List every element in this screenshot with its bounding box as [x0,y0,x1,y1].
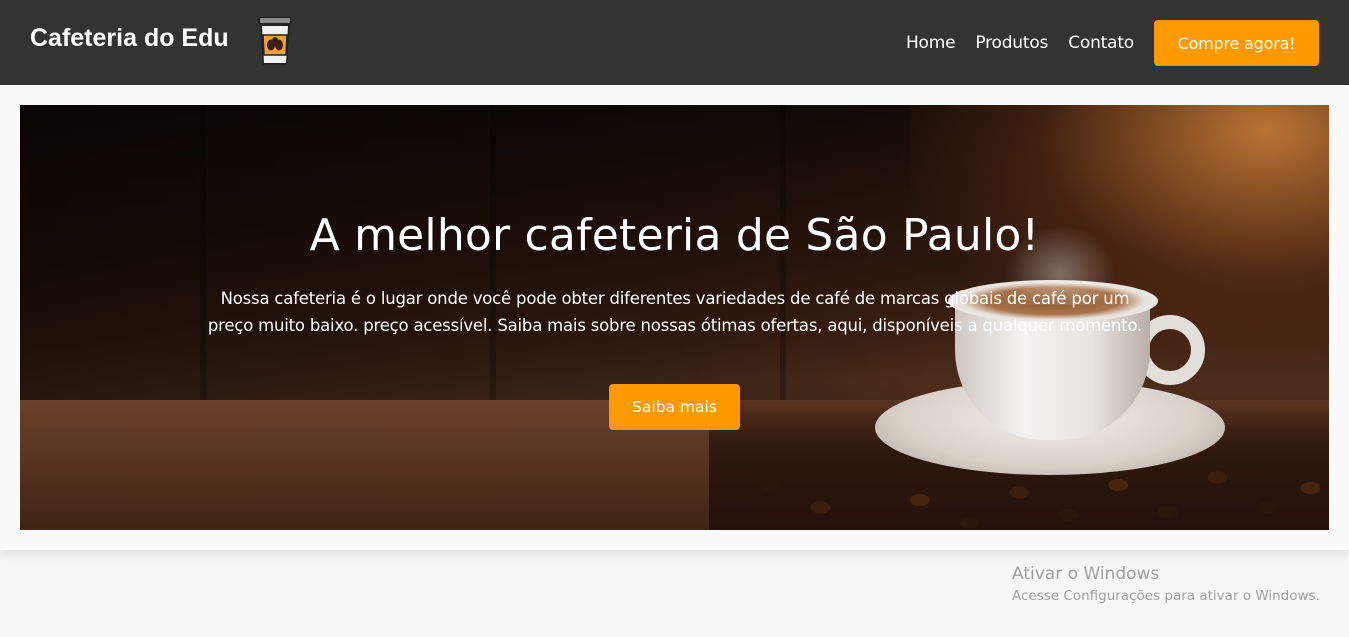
learn-more-button[interactable]: Saiba mais [609,384,740,430]
hero-title: A melhor cafeteria de São Paulo! [309,210,1040,261]
windows-activation-watermark: Ativar o Windows Acesse Configurações pa… [1012,564,1320,604]
hero-content: A melhor cafeteria de São Paulo! Nossa c… [20,105,1329,530]
hero-description: Nossa cafeteria é o lugar onde você pode… [207,289,1143,335]
main-nav: Home Produtos Contato Compre agora! [906,20,1319,66]
coffee-cup-icon[interactable] [254,15,296,69]
brand-title[interactable]: Cafeteria do Edu [30,24,229,53]
navbar: Cafeteria do Edu Home Produtos Contato C… [0,0,1349,85]
nav-contact-link[interactable]: Contato [1068,33,1134,53]
buy-now-button[interactable]: Compre agora! [1154,20,1319,66]
watermark-subtitle: Acesse Configurações para ativar o Windo… [1012,588,1320,604]
nav-products-link[interactable]: Produtos [975,33,1048,53]
watermark-title: Ativar o Windows [1012,564,1160,584]
hero-banner: A melhor cafeteria de São Paulo! Nossa c… [20,105,1329,530]
hero-section: A melhor cafeteria de São Paulo! Nossa c… [0,85,1349,550]
nav-home-link[interactable]: Home [906,33,956,53]
